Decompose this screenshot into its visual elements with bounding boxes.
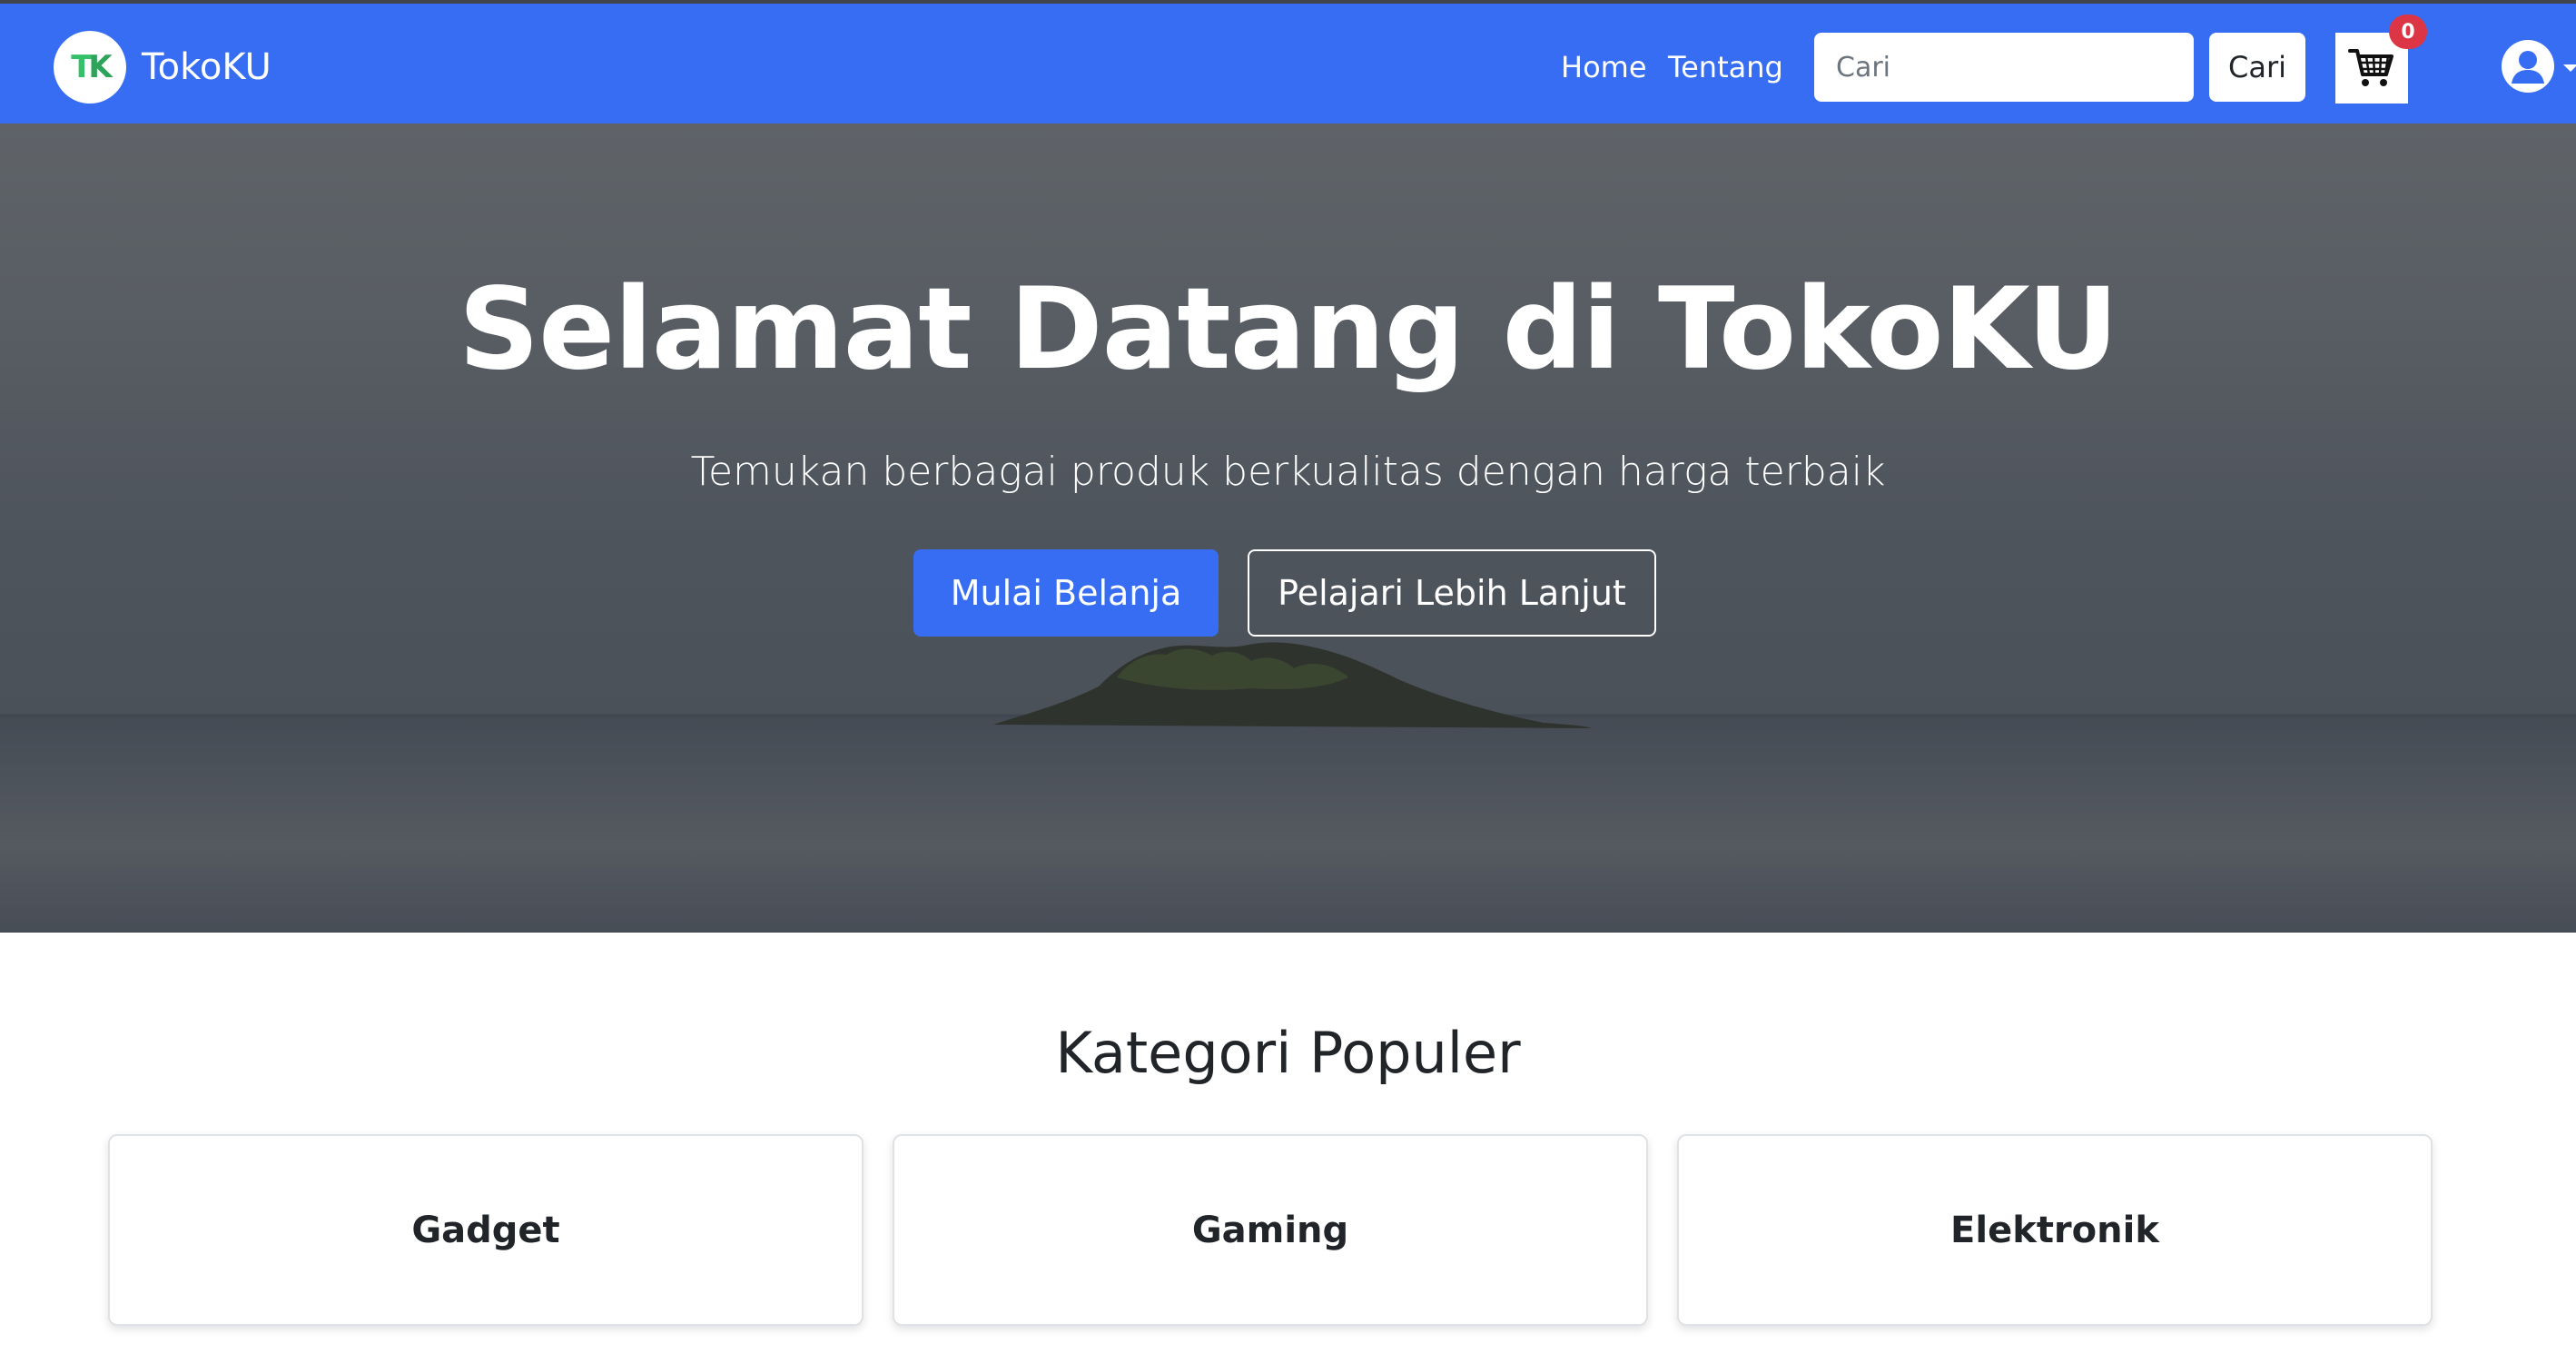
user-menu-dropdown[interactable] xyxy=(2502,40,2576,94)
category-card-elektronik[interactable]: Elektronik xyxy=(1677,1134,2433,1326)
chevron-down-icon xyxy=(2563,64,2576,72)
category-card-gaming[interactable]: Gaming xyxy=(893,1134,1648,1326)
popular-categories-title: Kategori Populer xyxy=(1055,1020,1521,1086)
category-label: Elektronik xyxy=(1950,1209,2159,1251)
brand-name[interactable]: TokoKU xyxy=(142,45,271,89)
nav-link-tentang[interactable]: Tentang xyxy=(1668,49,1783,85)
navbar: TK TokoKU Home Tentang Cari 0 xyxy=(0,0,2576,123)
logo-letter-k: K xyxy=(88,49,112,85)
user-avatar-icon xyxy=(2502,40,2554,93)
learn-more-button[interactable]: Pelajari Lebih Lanjut xyxy=(1248,549,1656,637)
logo-letter-t: T xyxy=(71,49,92,85)
start-shopping-button[interactable]: Mulai Belanja xyxy=(913,549,1219,637)
category-card-gadget[interactable]: Gadget xyxy=(108,1134,864,1326)
hero-background-image xyxy=(0,123,2576,933)
category-label: Gadget xyxy=(411,1209,560,1251)
hero-title: Selamat Datang di TokoKU xyxy=(458,264,2118,395)
hero-banner: Selamat Datang di TokoKU Temukan berbaga… xyxy=(0,123,2576,933)
cart-count-badge: 0 xyxy=(2389,15,2427,49)
search-input[interactable] xyxy=(1814,33,2194,102)
hero-subtitle: Temukan berbagai produk berkualitas deng… xyxy=(690,449,1886,495)
search-button[interactable]: Cari xyxy=(2209,33,2305,102)
shopping-cart-icon xyxy=(2348,49,2393,86)
category-label: Gaming xyxy=(1191,1209,1349,1251)
brand-logo[interactable]: TK xyxy=(54,31,126,104)
nav-link-home[interactable]: Home xyxy=(1561,49,1647,85)
